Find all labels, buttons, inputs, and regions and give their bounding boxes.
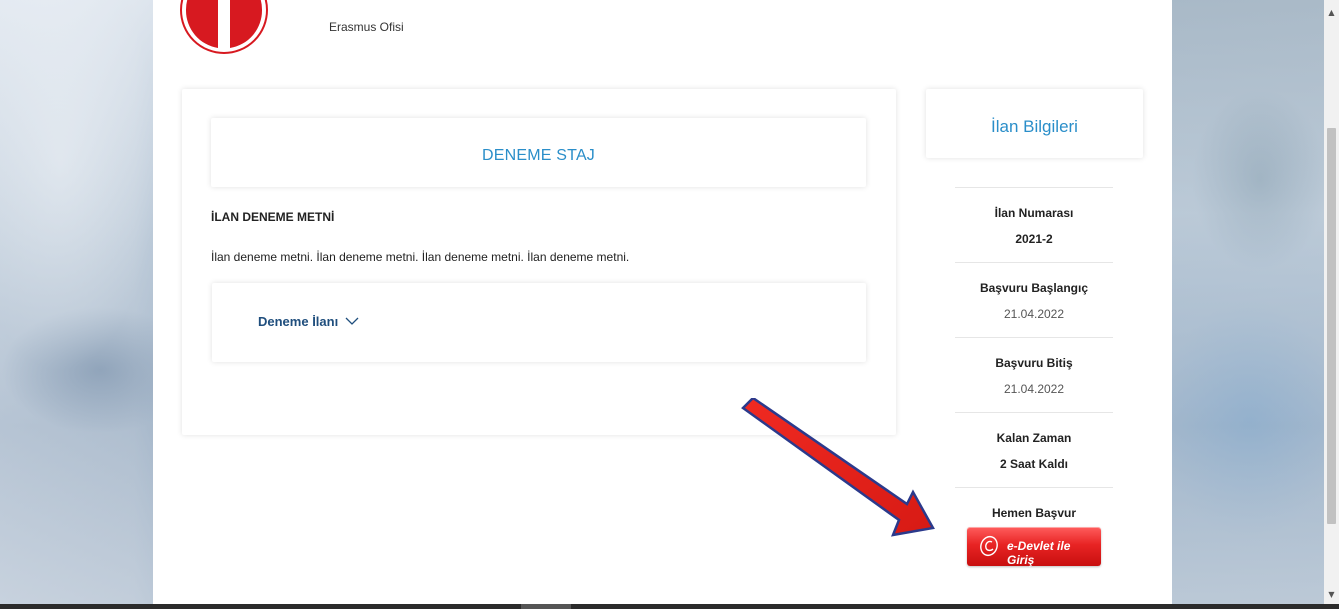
info-label: İlan Numarası	[994, 206, 1074, 220]
sidebar-info-list: İlan Numarası 2021-2 Başvuru Başlangıç 2…	[955, 187, 1113, 562]
background-right	[1172, 0, 1324, 609]
chevron-down-icon[interactable]	[345, 317, 359, 326]
info-value: 2 Saat Kaldı	[999, 457, 1069, 471]
background-left	[0, 0, 153, 609]
info-row-ilan-numarasi: İlan Numarası 2021-2	[955, 188, 1113, 262]
vertical-scrollbar[interactable]: ▲ ▼	[1324, 0, 1339, 604]
info-row-basvuru-baslangic: Başvuru Başlangıç 21.04.2022	[955, 263, 1113, 337]
bottom-edge-segment	[521, 604, 571, 609]
info-label: Başvuru Başlangıç	[979, 281, 1089, 295]
info-value: 21.04.2022	[1003, 307, 1065, 321]
announcement-body: İlan deneme metni. İlan deneme metni. İl…	[211, 250, 630, 264]
university-logo[interactable]	[178, 0, 270, 56]
info-label: Kalan Zaman	[996, 431, 1072, 445]
sidebar-title: İlan Bilgileri	[991, 117, 1078, 136]
scroll-down-arrow-icon[interactable]: ▼	[1324, 590, 1339, 602]
announcement-title-card: DENEME STAJ	[211, 118, 866, 187]
red-arrow-annotation	[741, 398, 935, 537]
info-row-basvuru-bitis: Başvuru Bitiş 21.04.2022	[955, 338, 1113, 412]
announcement-accordion[interactable]: Deneme İlanı	[212, 283, 866, 362]
announcement-heading: İLAN DENEME METNİ	[211, 210, 335, 224]
apply-label: Hemen Başvur	[991, 506, 1077, 520]
info-label: Başvuru Bitiş	[995, 356, 1073, 370]
edevlet-button-label: e-Devlet ile Giriş	[1007, 539, 1071, 567]
edevlet-login-button[interactable]: e-Devlet ile Giriş	[967, 527, 1101, 567]
bottom-edge-bar	[0, 604, 1339, 609]
announcement-title: DENEME STAJ	[481, 147, 596, 164]
info-row-kalan-zaman: Kalan Zaman 2 Saat Kaldı	[955, 413, 1113, 487]
sidebar-header-card: İlan Bilgileri	[926, 89, 1143, 158]
accordion-label[interactable]: Deneme İlanı	[258, 314, 338, 329]
scroll-up-arrow-icon[interactable]: ▲	[1324, 8, 1339, 20]
office-name: Erasmus Ofisi	[329, 20, 404, 34]
info-value: 2021-2	[1015, 232, 1053, 246]
e-devlet-logo-icon	[980, 535, 998, 557]
info-value: 21.04.2022	[1003, 382, 1065, 396]
scrollbar-thumb[interactable]	[1327, 128, 1336, 524]
